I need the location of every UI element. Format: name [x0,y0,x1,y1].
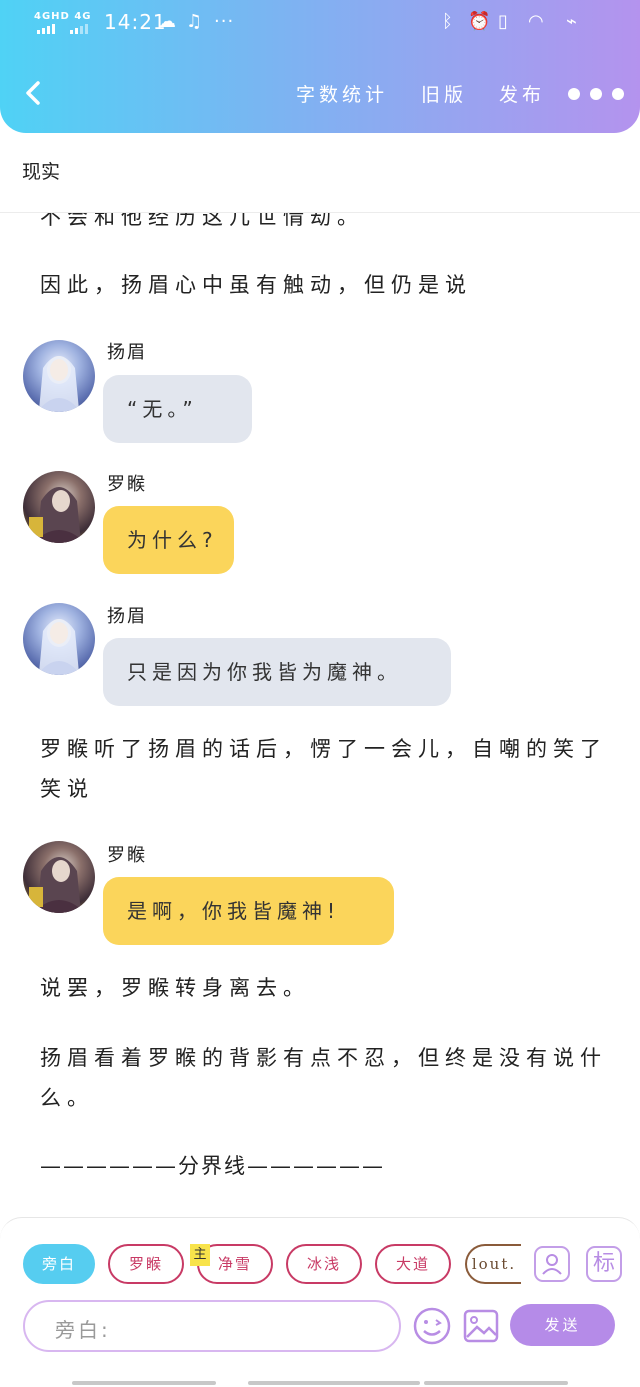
avatar[interactable] [23,603,95,675]
role-chip[interactable]: 大道 [375,1244,451,1284]
character-portrait-icon [37,619,81,675]
role-chip[interactable]: 罗睺 [108,1244,184,1284]
role-chip[interactable]: lout. [465,1244,521,1284]
chapter-title-bar[interactable]: 现实 [0,133,640,213]
signal-icon [37,24,55,34]
speaker-name: 罗睺 [107,474,147,495]
avatar[interactable] [23,471,95,543]
publish-button[interactable]: 发布 [499,80,545,107]
message-input[interactable]: 旁白: [23,1300,401,1352]
network-indicator: 4GHD 4G [34,11,92,22]
battery-icon: ⌁ [566,11,577,32]
toolbar: 字数统计 旧版 发布 [0,66,640,124]
character-portrait-icon [37,356,81,412]
more-options-button[interactable] [568,88,624,100]
character-portrait-icon [29,487,85,543]
message-bubble[interactable]: 为什么? [103,506,234,574]
story-content[interactable]: 不会和他经历这几世情劫。 因此，扬眉心中虽有触动，但仍是说 扬眉 “无。” 罗睺… [0,213,640,1217]
status-bar: 4GHD 4G 14:21 ☁ ♫ ··· ᛒ ⏰ ▯ ◠ ⌁ [0,0,640,48]
main-role-badge: 主 [190,1244,210,1266]
message-composer: 旁白 罗睺 净雪 主 冰浅 大道 lout. 标 旁白: 发送 [0,1217,640,1367]
more-notifications-icon: ··· [214,11,235,32]
message-bubble[interactable]: “无。” [103,375,252,443]
old-version-button[interactable]: 旧版 [421,80,467,107]
speaker-name: 扬眉 [107,606,147,627]
user-icon [542,1254,562,1275]
chapter-title: 现实 [22,161,61,183]
wifi-icon: ◠ [528,11,544,32]
word-count-button[interactable]: 字数统计 [296,80,388,107]
role-manager-icon[interactable] [534,1246,570,1282]
narration-paragraph: 罗睺听了扬眉的话后，愣了一会儿，自嘲的笑了笑说 [40,737,607,801]
emoji-icon[interactable] [412,1306,452,1346]
alarm-icon: ⏰ [468,11,491,32]
narration-paragraph: 不会和他经历这几世情劫。 [40,213,364,229]
home-indicator [0,1367,640,1387]
role-chip[interactable]: 冰浅 [286,1244,362,1284]
mark-button[interactable]: 标 [586,1246,622,1282]
app-header: 4GHD 4G 14:21 ☁ ♫ ··· ᛒ ⏰ ▯ ◠ ⌁ 字数统计 旧版 … [0,0,640,133]
role-chip-narrator[interactable]: 旁白 [23,1244,95,1284]
music-icon: ♫ [186,11,203,32]
narration-paragraph: 扬眉看着罗睺的背影有点不忍，但终是没有说什么。 [40,1046,607,1110]
character-portrait-icon [29,857,85,913]
narration-paragraph: 说罢，罗睺转身离去。 [40,976,310,1000]
avatar[interactable] [23,340,95,412]
message-bubble[interactable]: 只是因为你我皆为魔神。 [103,638,451,706]
image-icon[interactable] [461,1306,501,1346]
send-button[interactable]: 发送 [510,1304,615,1346]
cloud-icon: ☁ [158,11,176,32]
bluetooth-icon: ᛒ [442,11,453,32]
vibrate-icon: ▯ [498,11,508,32]
avatar[interactable] [23,841,95,913]
back-arrow-icon[interactable] [18,76,52,110]
section-divider: ——————分界线—————— [40,1154,385,1178]
speaker-name: 扬眉 [107,342,147,363]
speaker-name: 罗睺 [107,845,147,866]
narration-paragraph: 因此，扬眉心中虽有触动，但仍是说 [40,273,472,297]
message-bubble[interactable]: 是啊，你我皆魔神! [103,877,394,945]
input-placeholder: 旁白: [55,1318,111,1342]
signal-icon [70,24,88,34]
